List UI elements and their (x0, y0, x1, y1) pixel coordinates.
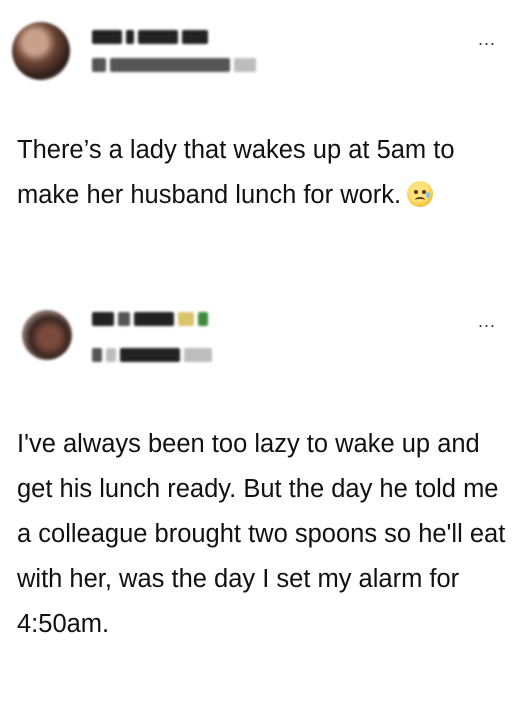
tear-smile-emoji-icon (407, 181, 434, 207)
blurred-text (120, 348, 180, 362)
post-text: I've always been too lazy to wake up and… (17, 430, 506, 638)
author-name-blurred[interactable] (92, 312, 208, 326)
blurred-text (182, 30, 208, 44)
blurred-text (118, 312, 130, 326)
post-text-content: There’s a lady that wakes up at 5am to m… (17, 136, 455, 209)
avatar[interactable] (12, 22, 70, 80)
blurred-text (178, 312, 194, 326)
blurred-text (126, 30, 134, 44)
blurred-text (138, 30, 178, 44)
blurred-text (198, 312, 208, 326)
author-handle-blurred[interactable] (92, 58, 256, 72)
post-1: ... There’s a lady that wakes up at 5am … (0, 0, 520, 290)
post-text: There’s a lady that wakes up at 5am to m… (17, 128, 497, 218)
author-name-blurred[interactable] (92, 30, 208, 44)
post-2: ... I've always been too lazy to wake up… (0, 290, 520, 711)
blurred-text (110, 58, 230, 72)
blurred-text (92, 30, 122, 44)
blurred-text (234, 58, 256, 72)
blurred-text (92, 58, 106, 72)
blurred-text (92, 312, 114, 326)
more-options-icon[interactable]: ... (478, 30, 496, 48)
author-handle-blurred[interactable] (92, 348, 212, 362)
avatar[interactable] (22, 310, 72, 360)
blurred-text (92, 348, 102, 362)
blurred-text (134, 312, 174, 326)
blurred-text (184, 348, 212, 362)
blurred-text (106, 348, 116, 362)
more-options-icon[interactable]: ... (478, 312, 496, 330)
